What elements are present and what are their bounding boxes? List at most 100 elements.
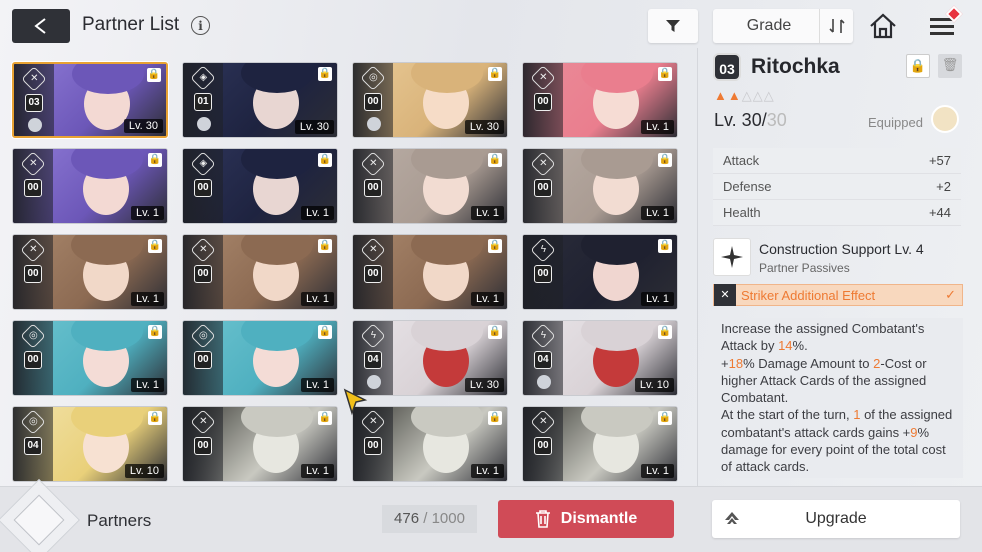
partner-card[interactable]: ◈ 00 🔒 Lv. 1 — [182, 148, 338, 224]
equipped-label: Equipped — [868, 115, 923, 130]
sort-order-icon — [828, 19, 845, 33]
sort-order-toggle[interactable] — [819, 9, 853, 43]
partner-card[interactable]: ◎ 00 🔒 Lv. 30 — [352, 62, 508, 138]
lock-icon[interactable]: 🔒 — [318, 153, 332, 167]
filter-icon — [666, 20, 680, 32]
lock-icon[interactable]: 🔒 — [148, 325, 162, 339]
partner-card[interactable]: ϟ 00 🔒 Lv. 1 — [522, 234, 678, 310]
partner-card[interactable]: ◎ 04 🔒 Lv. 10 — [12, 406, 168, 482]
info-icon[interactable]: i — [191, 16, 210, 35]
partner-card[interactable]: ✕ 00 🔒 Lv. 1 — [182, 406, 338, 482]
lock-icon[interactable]: 🔒 — [318, 411, 332, 425]
footer-label: Partners — [87, 511, 152, 530]
lock-icon[interactable]: 🔒 — [658, 325, 672, 339]
equipped-mini-avatar — [367, 117, 381, 131]
lock-icon[interactable]: 🔒 — [318, 239, 332, 253]
sort-dropdown[interactable]: Grade — [713, 9, 853, 43]
stat-list: Attack +57 Defense +2 Health +44 — [713, 148, 961, 226]
stat-value: +44 — [928, 205, 951, 220]
card-level: Lv. 1 — [130, 292, 164, 306]
stat-row: Health +44 — [713, 200, 961, 226]
lock-icon[interactable]: 🔒 — [148, 239, 162, 253]
striker-effect-row[interactable]: ✕ Striker Additional Effect ✓ — [713, 284, 963, 306]
page-title: Partner List — [82, 14, 180, 35]
dismantle-button[interactable]: Dismantle — [498, 500, 674, 538]
partner-card[interactable]: ◎ 00 🔒 Lv. 1 — [12, 320, 168, 396]
home-icon — [870, 13, 896, 39]
partner-card[interactable]: ✕ 03 🔒 Lv. 30 — [12, 62, 168, 138]
level-max: 30 — [766, 110, 787, 130]
upgrade-button[interactable]: Upgrade — [712, 500, 960, 538]
card-level: Lv. 1 — [640, 464, 674, 478]
lock-icon[interactable]: 🔒 — [148, 153, 162, 167]
filter-button[interactable] — [648, 9, 698, 43]
trash-button[interactable]: 🗑 — [938, 54, 962, 78]
lock-icon[interactable]: 🔒 — [318, 325, 332, 339]
compass-emblem-icon — [0, 478, 81, 552]
grade-stars: ▲▲△△△ — [714, 88, 775, 104]
card-rank: 04 — [534, 351, 552, 369]
partner-card[interactable]: ◎ 00 🔒 Lv. 1 — [182, 320, 338, 396]
partner-card[interactable]: ✕ 00 🔒 Lv. 1 — [522, 148, 678, 224]
lock-icon[interactable]: 🔒 — [488, 153, 502, 167]
card-level: Lv. 1 — [470, 206, 504, 220]
card-rank: 00 — [364, 93, 382, 111]
trash-icon: 🗑 — [941, 57, 959, 72]
menu-button[interactable] — [926, 5, 963, 42]
lock-icon[interactable]: 🔒 — [147, 68, 161, 82]
card-rank: 00 — [364, 437, 382, 455]
lock-icon[interactable]: 🔒 — [148, 411, 162, 425]
rank-badge: 03 — [713, 53, 741, 81]
back-arrow-icon — [34, 18, 46, 34]
partner-card[interactable]: ✕ 00 🔒 Lv. 1 — [182, 234, 338, 310]
lock-icon[interactable]: 🔒 — [488, 411, 502, 425]
stat-label: Health — [723, 205, 761, 220]
lock-icon[interactable]: 🔒 — [658, 239, 672, 253]
stat-row: Attack +57 — [713, 148, 961, 174]
card-rank: 00 — [194, 351, 212, 369]
partner-card[interactable]: ✕ 00 🔒 Lv. 1 — [352, 148, 508, 224]
partner-card[interactable]: ✕ 00 🔒 Lv. 1 — [522, 406, 678, 482]
home-button[interactable] — [866, 10, 900, 42]
back-button[interactable] — [12, 9, 70, 43]
sort-label: Grade — [746, 17, 792, 34]
passive-title: Construction Support Lv. 4 — [759, 241, 924, 257]
lock-icon[interactable]: 🔒 — [488, 67, 502, 81]
card-level: Lv. 1 — [640, 292, 674, 306]
passive-skill[interactable]: Construction Support Lv. 4 Partner Passi… — [713, 238, 963, 278]
partner-card[interactable]: ✕ 00 🔒 Lv. 1 — [352, 406, 508, 482]
lock-icon[interactable]: 🔒 — [658, 67, 672, 81]
card-level: Lv. 1 — [640, 206, 674, 220]
stat-value: +57 — [928, 153, 951, 168]
partner-card[interactable]: ϟ 04 🔒 Lv. 30 — [352, 320, 508, 396]
stars-filled: ▲▲ — [714, 88, 742, 103]
passive-subtitle: Partner Passives — [759, 261, 850, 275]
stat-value: +2 — [936, 179, 951, 194]
partner-card[interactable]: ✕ 00 🔒 Lv. 1 — [522, 62, 678, 138]
partner-card[interactable]: ◈ 01 🔒 Lv. 30 — [182, 62, 338, 138]
partner-card[interactable]: ✕ 00 🔒 Lv. 1 — [12, 148, 168, 224]
lock-icon[interactable]: 🔒 — [318, 67, 332, 81]
card-level: Lv. 1 — [640, 120, 674, 134]
equipped-mini-avatar — [537, 375, 551, 389]
card-level: Lv. 1 — [300, 292, 334, 306]
partner-card[interactable]: ✕ 00 🔒 Lv. 1 — [352, 234, 508, 310]
lock-icon[interactable]: 🔒 — [658, 411, 672, 425]
partner-name: Ritochka — [751, 55, 840, 78]
partner-level: Lv. 30/30 — [714, 110, 787, 131]
count-separator: / — [419, 510, 432, 527]
lock-icon[interactable]: 🔒 — [488, 239, 502, 253]
lock-icon[interactable]: 🔒 — [658, 153, 672, 167]
partner-card[interactable]: ϟ 04 🔒 Lv. 10 — [522, 320, 678, 396]
cross-swords-icon: ✕ — [714, 284, 736, 306]
partner-card[interactable]: ✕ 00 🔒 Lv. 1 — [12, 234, 168, 310]
count-total: 1000 — [431, 510, 465, 527]
card-rank: 00 — [364, 179, 382, 197]
card-rank: 04 — [364, 351, 382, 369]
lock-button[interactable]: 🔒 — [906, 54, 930, 78]
equipped-avatar[interactable] — [931, 105, 959, 133]
stat-label: Defense — [723, 179, 772, 194]
lock-icon[interactable]: 🔒 — [488, 325, 502, 339]
card-rank: 00 — [534, 437, 552, 455]
stars-empty: △△△ — [741, 88, 775, 103]
